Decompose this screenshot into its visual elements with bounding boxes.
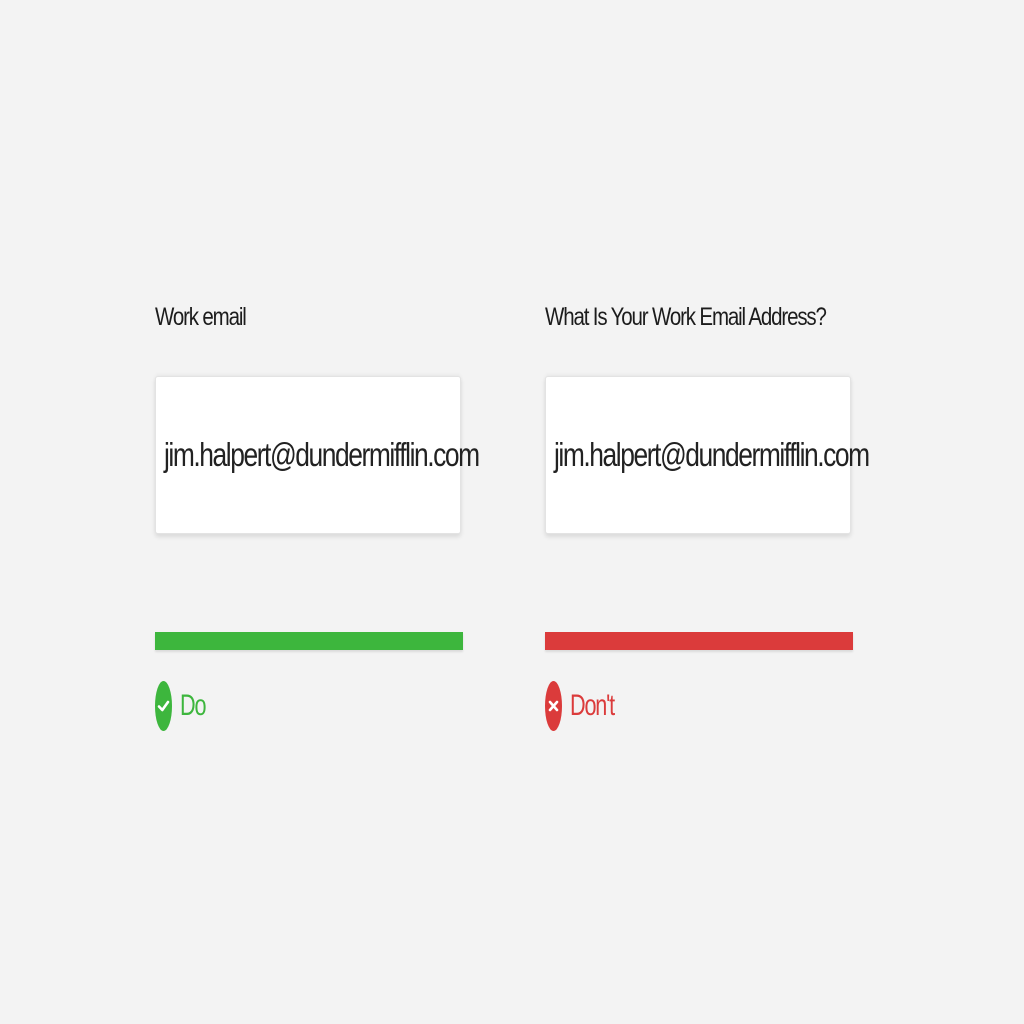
do-indicator-bar <box>155 632 463 650</box>
do-example: Work email jim.halpert@dundermifflin.com… <box>155 290 480 732</box>
field-label: What Is Your Work Email Address? <box>545 303 827 331</box>
dont-verdict: Don't <box>545 680 853 732</box>
do-label: Do <box>180 689 206 722</box>
dont-example: What Is Your Work Email Address? jim.hal… <box>545 290 870 732</box>
email-field-value: jim.halpert@dundermifflin.com <box>554 436 870 473</box>
email-field[interactable]: jim.halpert@dundermifflin.com <box>155 376 480 534</box>
comparison-page: Work email jim.halpert@dundermifflin.com… <box>0 0 1024 1024</box>
do-verdict: Do <box>155 680 463 732</box>
field-label: Work email <box>155 303 247 331</box>
email-field[interactable]: jim.halpert@dundermifflin.com <box>545 376 870 534</box>
x-circle-icon <box>545 681 562 731</box>
check-circle-icon <box>155 681 172 731</box>
dont-label: Don't <box>570 689 615 722</box>
dont-indicator-bar <box>545 632 853 650</box>
email-field-value: jim.halpert@dundermifflin.com <box>164 436 480 473</box>
